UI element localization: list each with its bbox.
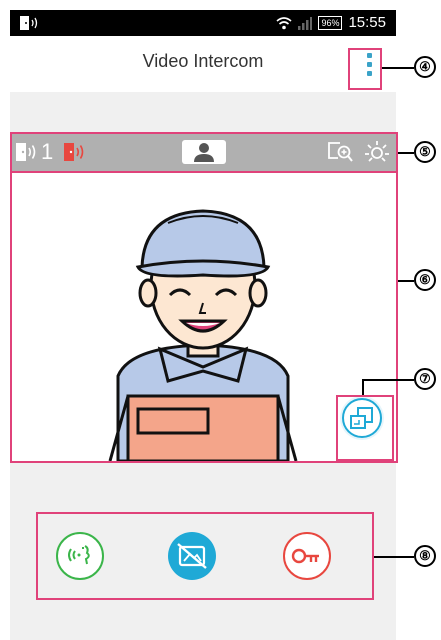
- status-indicators: 96% 15:55: [276, 14, 386, 31]
- callout-box-menu: [348, 48, 382, 90]
- callout-box-toolbar: [10, 132, 398, 173]
- callout-number: ⑧: [414, 545, 436, 567]
- door-speaker-icon: [20, 16, 38, 30]
- battery-indicator: 96%: [318, 15, 343, 30]
- callout-line: [374, 556, 414, 558]
- status-time: 15:55: [348, 14, 386, 31]
- callout-box-switch: [336, 395, 394, 461]
- callout-number: ⑦: [414, 368, 436, 390]
- callout-box-controls: [36, 512, 374, 600]
- callout-line: [398, 152, 414, 154]
- app-title: Video Intercom: [142, 51, 264, 71]
- callout-line: [362, 379, 414, 381]
- callout-line: [382, 67, 414, 69]
- app-bar: Video Intercom: [10, 36, 396, 92]
- callout-number: ⑤: [414, 141, 436, 163]
- callout-line: [398, 280, 414, 282]
- wifi-icon: [276, 16, 292, 29]
- callout-number: ④: [414, 56, 436, 78]
- signal-icon: [298, 16, 313, 30]
- callout-number: ⑥: [414, 269, 436, 291]
- callout-line: [362, 379, 364, 395]
- status-bar: 96% 15:55: [10, 10, 396, 36]
